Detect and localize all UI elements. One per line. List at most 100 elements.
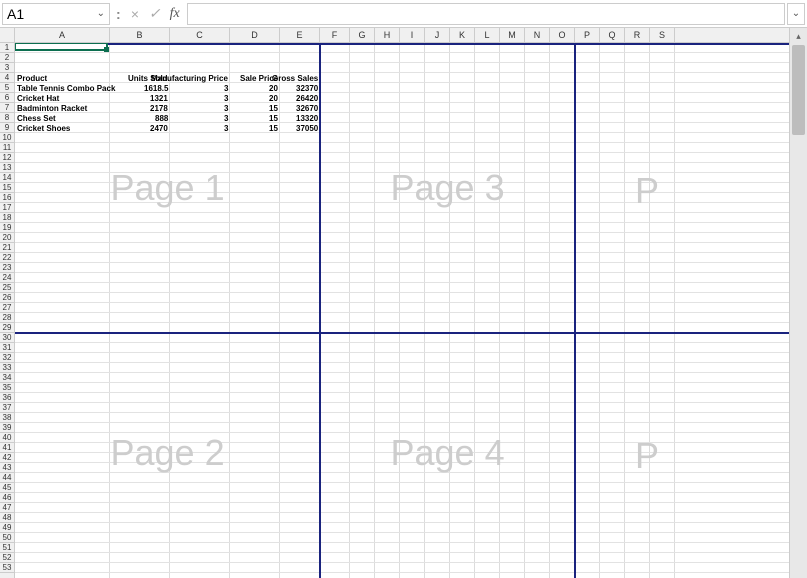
row-header-13[interactable]: 13	[0, 163, 14, 173]
column-header-L[interactable]: L	[475, 28, 500, 42]
cell-C5[interactable]: 3	[224, 84, 228, 93]
row-header-15[interactable]: 15	[0, 183, 14, 193]
row-header-48[interactable]: 48	[0, 513, 14, 523]
row-header-46[interactable]: 46	[0, 493, 14, 503]
column-header-B[interactable]: B	[110, 28, 170, 42]
row-header-16[interactable]: 16	[0, 193, 14, 203]
column-header-R[interactable]: R	[625, 28, 650, 42]
row-header-36[interactable]: 36	[0, 393, 14, 403]
column-header-D[interactable]: D	[230, 28, 280, 42]
row-header-24[interactable]: 24	[0, 273, 14, 283]
row-header-52[interactable]: 52	[0, 553, 14, 563]
column-header-E[interactable]: E	[280, 28, 320, 42]
row-header-2[interactable]: 2	[0, 53, 14, 63]
cell-E6[interactable]: 26420	[296, 94, 318, 103]
cell-E4[interactable]: Gross Sales	[272, 74, 318, 83]
cell-B9[interactable]: 2470	[150, 124, 168, 133]
row-header-29[interactable]: 29	[0, 323, 14, 333]
cell-E9[interactable]: 37050	[296, 124, 318, 133]
row-header-28[interactable]: 28	[0, 313, 14, 323]
row-header-8[interactable]: 8	[0, 113, 14, 123]
row-header-44[interactable]: 44	[0, 473, 14, 483]
row-header-22[interactable]: 22	[0, 253, 14, 263]
column-header-C[interactable]: C	[170, 28, 230, 42]
row-header-35[interactable]: 35	[0, 383, 14, 393]
row-header-30[interactable]: 30	[0, 333, 14, 343]
column-header-G[interactable]: G	[350, 28, 375, 42]
expand-formula-icon[interactable]: ⌄	[787, 3, 805, 25]
name-box[interactable]: A1 ⌄	[2, 3, 110, 25]
column-header-K[interactable]: K	[450, 28, 475, 42]
row-header-19[interactable]: 19	[0, 223, 14, 233]
column-header-P[interactable]: P	[575, 28, 600, 42]
row-header-26[interactable]: 26	[0, 293, 14, 303]
column-header-H[interactable]: H	[375, 28, 400, 42]
cell-E7[interactable]: 32670	[296, 104, 318, 113]
row-header-11[interactable]: 11	[0, 143, 14, 153]
cell-D5[interactable]: 20	[269, 84, 278, 93]
formula-input[interactable]	[187, 3, 785, 25]
row-header-6[interactable]: 6	[0, 93, 14, 103]
select-all-corner[interactable]	[0, 28, 15, 43]
scroll-thumb[interactable]	[792, 45, 805, 135]
row-header-3[interactable]: 3	[0, 63, 14, 73]
row-header-34[interactable]: 34	[0, 373, 14, 383]
row-header-7[interactable]: 7	[0, 103, 14, 113]
row-header-53[interactable]: 53	[0, 563, 14, 573]
scroll-up-icon[interactable]: ▴	[790, 28, 807, 45]
cell-B7[interactable]: 2178	[150, 104, 168, 113]
row-header-40[interactable]: 40	[0, 433, 14, 443]
fx-icon[interactable]: fx	[165, 3, 185, 25]
vertical-scrollbar[interactable]: ▴	[789, 28, 807, 578]
row-header-12[interactable]: 12	[0, 153, 14, 163]
column-header-N[interactable]: N	[525, 28, 550, 42]
chevron-down-icon[interactable]: ⌄	[97, 8, 105, 19]
row-header-51[interactable]: 51	[0, 543, 14, 553]
row-header-39[interactable]: 39	[0, 423, 14, 433]
row-header-37[interactable]: 37	[0, 403, 14, 413]
cell-D6[interactable]: 20	[269, 94, 278, 103]
row-header-5[interactable]: 5	[0, 83, 14, 93]
column-header-I[interactable]: I	[400, 28, 425, 42]
row-header-38[interactable]: 38	[0, 413, 14, 423]
cell-B5[interactable]: 1618.5	[144, 84, 168, 93]
column-header-O[interactable]: O	[550, 28, 575, 42]
row-header-41[interactable]: 41	[0, 443, 14, 453]
row-header-21[interactable]: 21	[0, 243, 14, 253]
cell-A5[interactable]: Table Tennis Combo Pack	[17, 84, 115, 93]
active-cell[interactable]	[15, 43, 108, 51]
row-header-47[interactable]: 47	[0, 503, 14, 513]
cell-C9[interactable]: 3	[224, 124, 228, 133]
column-header-M[interactable]: M	[500, 28, 525, 42]
column-header-J[interactable]: J	[425, 28, 450, 42]
cell-D7[interactable]: 15	[269, 104, 278, 113]
cell-B8[interactable]: 888	[155, 114, 168, 123]
row-header-32[interactable]: 32	[0, 353, 14, 363]
cell-A6[interactable]: Cricket Hat	[17, 94, 59, 103]
row-header-14[interactable]: 14	[0, 173, 14, 183]
row-header-49[interactable]: 49	[0, 523, 14, 533]
row-header-50[interactable]: 50	[0, 533, 14, 543]
cell-C4[interactable]: Manufacturing Price	[151, 74, 228, 83]
cell-A9[interactable]: Cricket Shoes	[17, 124, 70, 133]
cell-E8[interactable]: 13320	[296, 114, 318, 123]
cell-E5[interactable]: 32370	[296, 84, 318, 93]
cell-D8[interactable]: 15	[269, 114, 278, 123]
row-header-20[interactable]: 20	[0, 233, 14, 243]
row-header-10[interactable]: 10	[0, 133, 14, 143]
row-header-9[interactable]: 9	[0, 123, 14, 133]
row-header-18[interactable]: 18	[0, 213, 14, 223]
cell-C7[interactable]: 3	[224, 104, 228, 113]
row-header-43[interactable]: 43	[0, 463, 14, 473]
cell-C8[interactable]: 3	[224, 114, 228, 123]
row-header-25[interactable]: 25	[0, 283, 14, 293]
column-header-A[interactable]: A	[15, 28, 110, 42]
row-header-1[interactable]: 1	[0, 43, 14, 53]
cell-B6[interactable]: 1321	[150, 94, 168, 103]
cell-A8[interactable]: Chess Set	[17, 114, 56, 123]
row-header-27[interactable]: 27	[0, 303, 14, 313]
row-header-17[interactable]: 17	[0, 203, 14, 213]
row-header-31[interactable]: 31	[0, 343, 14, 353]
accept-icon[interactable]: ✓	[145, 3, 165, 25]
column-header-F[interactable]: F	[320, 28, 350, 42]
